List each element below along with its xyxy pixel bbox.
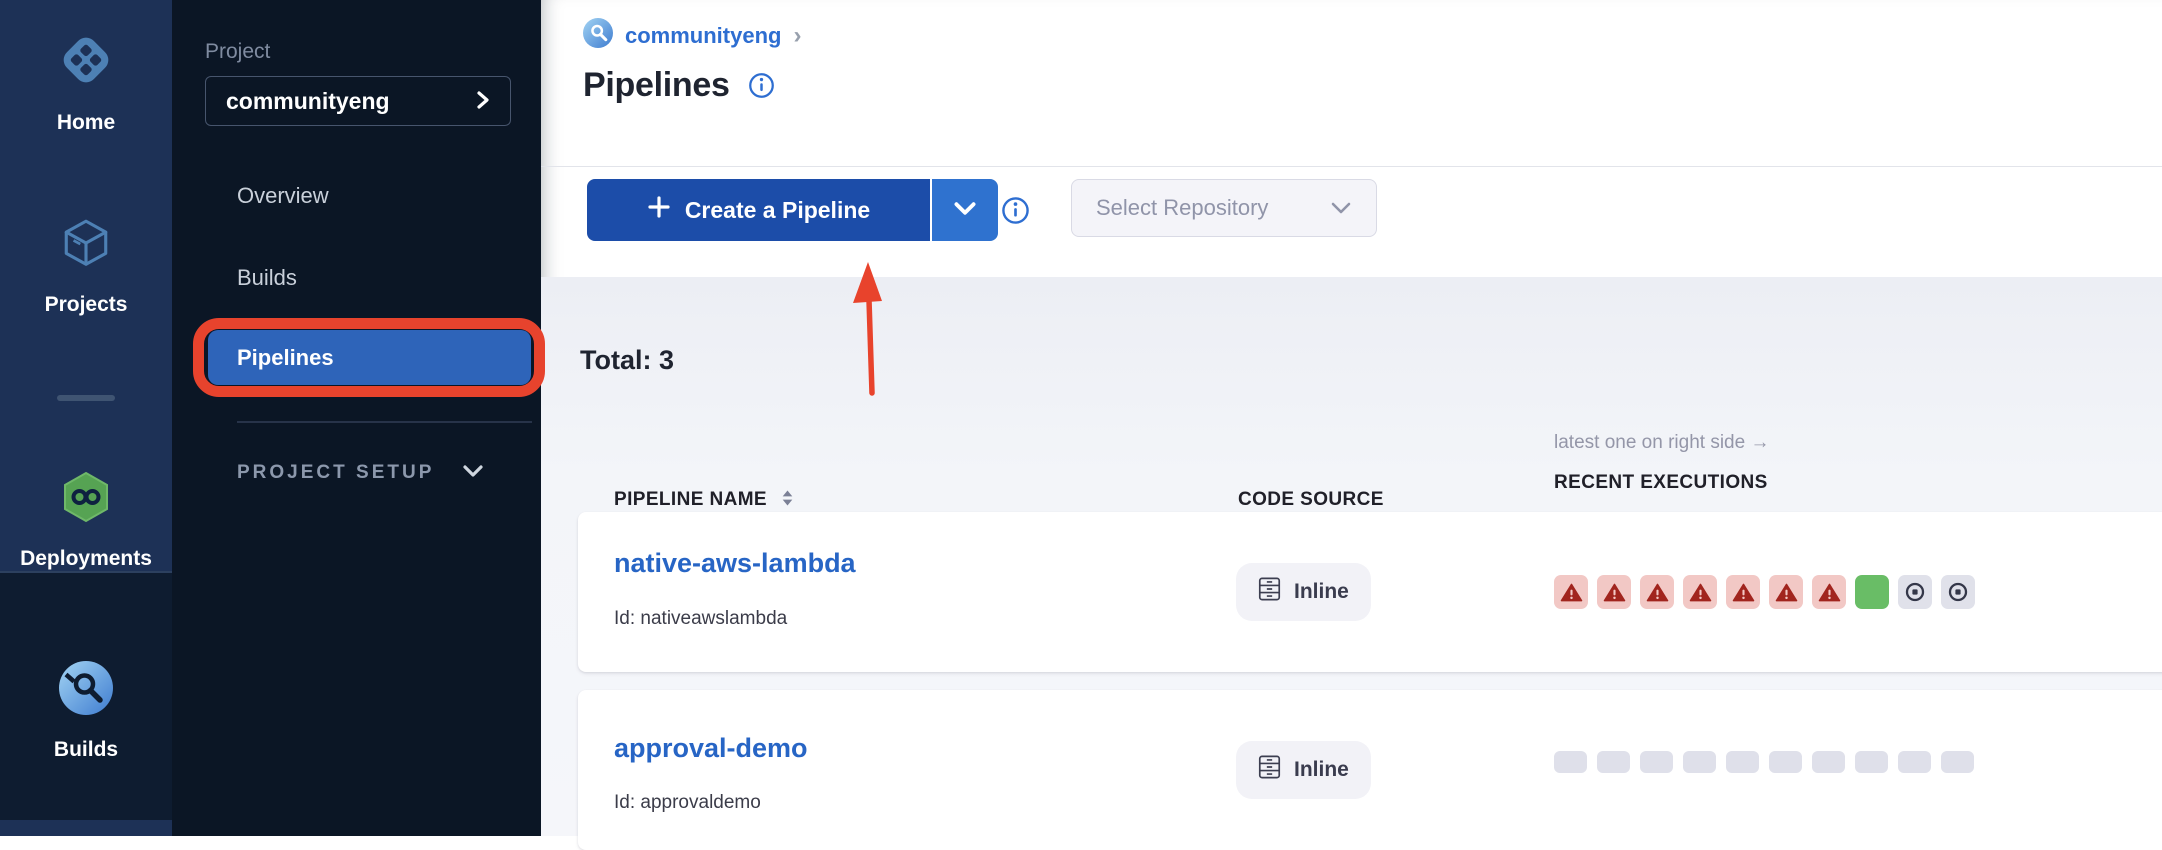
execution-empty-icon <box>1898 751 1931 773</box>
execution-failed-icon[interactable] <box>1769 575 1803 609</box>
project-label: Project <box>205 40 270 64</box>
execution-failed-icon[interactable] <box>1640 575 1674 609</box>
nav-item-overview[interactable]: Overview <box>237 183 329 209</box>
rail-item-builds[interactable]: Builds <box>0 573 172 820</box>
project-selector[interactable]: communityeng <box>205 76 511 126</box>
rail-item-label: Projects <box>45 293 128 317</box>
rail-item-label: Deployments <box>20 547 152 571</box>
pipeline-row[interactable]: approval-demo Id: approvaldemo Inline <box>578 690 2162 850</box>
rail-item-deployments[interactable]: Deployments <box>0 470 172 571</box>
chevron-down-icon <box>1330 195 1352 221</box>
chevron-down-icon <box>953 201 977 219</box>
recent-executions <box>1554 575 1975 609</box>
execution-aborted-icon[interactable] <box>1941 575 1975 609</box>
execution-empty-icon <box>1640 751 1673 773</box>
execution-empty-icon <box>1855 751 1888 773</box>
rail-item-projects[interactable]: Projects <box>0 216 172 317</box>
deployments-cd-icon <box>59 470 113 529</box>
inline-storage-icon <box>1258 576 1281 608</box>
execution-failed-icon[interactable] <box>1597 575 1631 609</box>
execution-empty-icon <box>1554 751 1587 773</box>
code-source-badge: Inline <box>1236 563 1371 621</box>
execution-empty-icon <box>1941 751 1974 773</box>
code-source-label: Inline <box>1294 580 1349 604</box>
plus-icon <box>647 195 671 225</box>
execution-aborted-icon[interactable] <box>1898 575 1932 609</box>
project-nav-panel: Project communityeng Overview Builds Pip… <box>172 0 541 836</box>
pipeline-id: Id: nativeawslambda <box>614 608 787 630</box>
select-repository-dropdown[interactable]: Select Repository <box>1071 179 1377 237</box>
sort-icon[interactable] <box>781 490 794 506</box>
pipeline-row[interactable]: native-aws-lambda Id: nativeawslambda In… <box>578 512 2162 672</box>
page-title: Pipelines <box>583 66 730 105</box>
rail-divider-dash <box>57 395 115 401</box>
recent-executions <box>1554 751 1974 773</box>
rail-item-label: Builds <box>54 738 118 762</box>
executions-note: latest one on right side → <box>1554 432 1769 454</box>
rail-item-label: Home <box>57 111 115 135</box>
title-info-icon[interactable] <box>748 72 775 99</box>
project-setup-toggle[interactable]: PROJECT SETUP <box>237 462 484 484</box>
execution-failed-icon[interactable] <box>1812 575 1846 609</box>
panel-divider <box>237 421 532 423</box>
pipeline-id: Id: approvaldemo <box>614 792 761 814</box>
create-pipeline-button[interactable]: Create a Pipeline <box>587 179 930 241</box>
create-pipeline-split-button: Create a Pipeline <box>587 179 998 241</box>
breadcrumb-project-link[interactable]: communityeng <box>625 23 781 49</box>
create-pipeline-label: Create a Pipeline <box>685 197 870 224</box>
execution-empty-icon <box>1769 751 1802 773</box>
create-pipeline-caret-button[interactable] <box>932 179 998 241</box>
home-icon <box>58 32 114 93</box>
project-ci-icon <box>583 18 613 53</box>
nav-item-pipelines[interactable]: Pipelines <box>208 330 531 385</box>
project-setup-label: PROJECT SETUP <box>237 462 434 484</box>
execution-failed-icon[interactable] <box>1683 575 1717 609</box>
chevron-down-icon <box>462 462 484 484</box>
execution-empty-icon <box>1812 751 1845 773</box>
execution-empty-icon <box>1726 751 1759 773</box>
breadcrumb-chevron-icon: › <box>793 22 801 50</box>
header-divider <box>541 166 2162 167</box>
select-repository-value: Select Repository <box>1096 195 1268 221</box>
breadcrumb: communityeng › <box>583 18 801 53</box>
execution-empty-icon <box>1597 751 1630 773</box>
pipeline-name-link[interactable]: approval-demo <box>614 733 808 764</box>
cube-icon <box>59 216 113 275</box>
pipeline-name-link[interactable]: native-aws-lambda <box>614 548 856 579</box>
rail-item-home[interactable]: Home <box>0 32 172 135</box>
execution-failed-icon[interactable] <box>1554 575 1588 609</box>
column-header-recent-executions: RECENT EXECUTIONS <box>1554 472 1768 494</box>
execution-failed-icon[interactable] <box>1726 575 1760 609</box>
column-header-code-source: CODE SOURCE <box>1238 489 1384 511</box>
module-rail: Home Projects Deployments Builds <box>0 0 172 836</box>
total-count: Total: 3 <box>580 345 674 376</box>
inline-storage-icon <box>1258 754 1281 786</box>
builds-ci-icon <box>59 661 113 720</box>
execution-empty-icon <box>1683 751 1716 773</box>
pipelines-list-area: Total: 3 PIPELINE NAME CODE SOURCE lates… <box>541 277 2162 836</box>
main-content: communityeng › Pipelines Create a Pipeli… <box>541 0 2162 836</box>
nav-item-builds[interactable]: Builds <box>237 265 297 291</box>
create-pipeline-info-icon[interactable] <box>1001 196 1030 225</box>
code-source-badge: Inline <box>1236 741 1371 799</box>
column-header-pipeline-name: PIPELINE NAME <box>614 489 794 511</box>
code-source-label: Inline <box>1294 758 1349 782</box>
chevron-right-icon <box>476 90 490 113</box>
project-selector-value: communityeng <box>226 88 390 115</box>
execution-success-icon[interactable] <box>1855 575 1889 609</box>
